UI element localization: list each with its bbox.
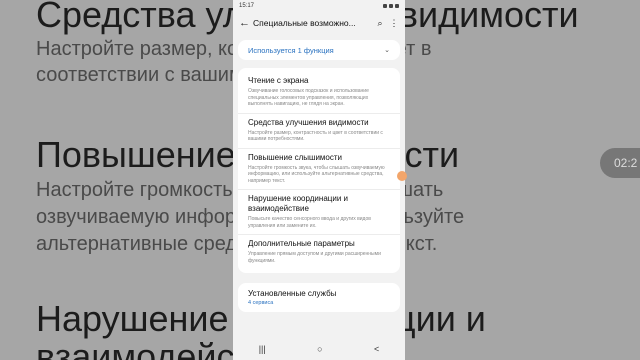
video-time-badge: 02:2	[600, 148, 640, 178]
battery-icon	[395, 4, 399, 8]
list-item-visibility[interactable]: Средства улучшения видимости Настройте р…	[238, 114, 400, 149]
list-item-advanced[interactable]: Дополнительные параметры Управление прям…	[238, 235, 400, 269]
edge-panel-handle[interactable]	[397, 171, 407, 181]
list-item-title: Дополнительные параметры	[248, 239, 355, 248]
nav-back-icon[interactable]: <	[374, 344, 379, 354]
system-nav-bar: ||| ○ <	[233, 338, 405, 360]
in-use-features-row[interactable]: Используется 1 функция ⌄	[238, 40, 400, 60]
list-item-description: Настройте громкость звука, чтобы слышать…	[248, 164, 385, 184]
back-arrow-icon[interactable]: ←	[239, 17, 253, 29]
chevron-down-icon: ⌄	[384, 47, 390, 54]
more-options-icon[interactable]: ⋮	[387, 18, 401, 29]
installed-services-row[interactable]: Установленные службы 4 сервиса	[238, 283, 400, 312]
page-title: Специальные возможно...	[253, 18, 356, 28]
list-item-title: Чтение с экрана	[248, 76, 309, 85]
list-item-title: Повышение слышимости	[248, 152, 343, 162]
list-item-title: Нарушение координации и взаимодействие	[248, 194, 348, 213]
list-item-screen-reader[interactable]: Чтение с экрана Озвучивание голосовых по…	[238, 72, 400, 114]
installed-services-title: Установленные службы	[248, 289, 337, 298]
home-icon[interactable]: ○	[317, 344, 322, 354]
status-icons	[383, 4, 399, 8]
installed-services-count: 4 сервиса	[248, 300, 274, 306]
recent-apps-icon[interactable]: |||	[259, 344, 266, 354]
app-bar: ← Специальные возможно... ⌕ ⋮	[233, 12, 405, 34]
accessibility-categories-list: Чтение с экрана Озвучивание голосовых по…	[238, 68, 400, 273]
list-item-description: Повысьте качество сенсорного ввода и дру…	[248, 216, 371, 229]
list-item-hearing[interactable]: Повышение слышимости Настройте громкость…	[238, 149, 400, 190]
phone-screen: 15:17 ← Специальные возможно... ⌕ ⋮ Испо…	[233, 0, 405, 360]
search-icon[interactable]: ⌕	[373, 18, 387, 29]
wifi-icon	[383, 4, 387, 8]
in-use-label: Используется 1 функция	[248, 45, 334, 55]
list-item-title: Средства улучшения видимости	[248, 117, 369, 127]
list-item-description: Настройте размер, контрастность и цвет в…	[248, 129, 383, 143]
status-bar: 15:17	[233, 0, 405, 12]
list-item-description: Озвучивание голосовых подсказок и исполь…	[248, 88, 369, 107]
list-item-description: Управление прямым доступом и другими рас…	[248, 251, 381, 264]
signal-icon	[389, 4, 393, 8]
list-item-coordination[interactable]: Нарушение координации и взаимодействие П…	[238, 190, 400, 235]
status-time: 15:17	[239, 3, 255, 9]
